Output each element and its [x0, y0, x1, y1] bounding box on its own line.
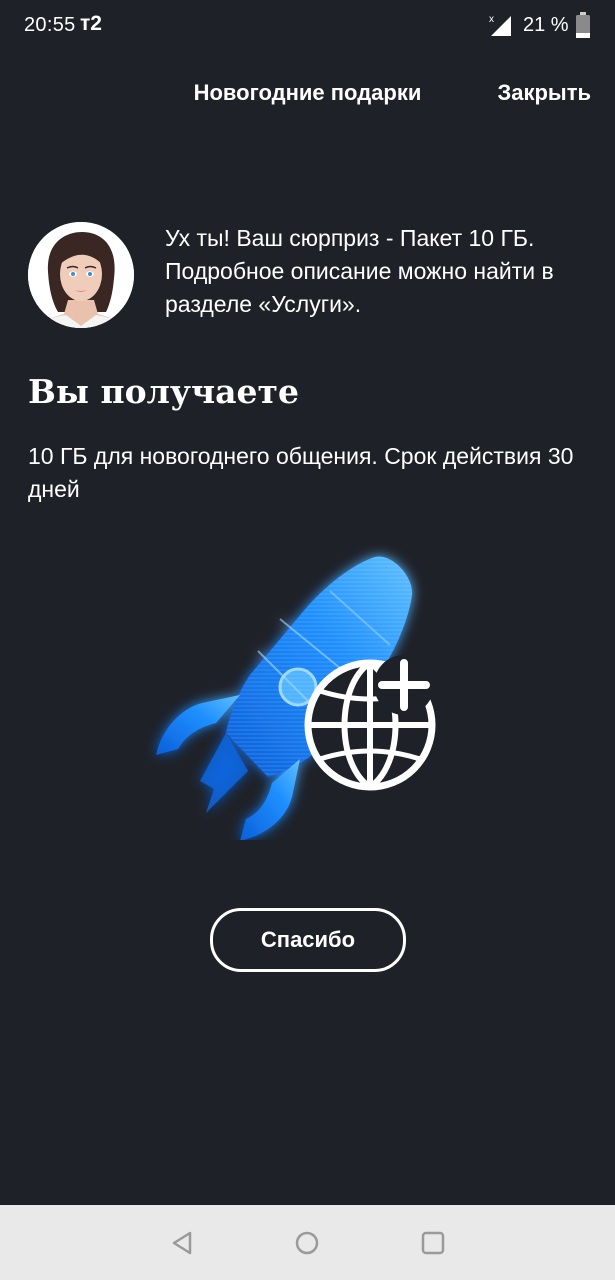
- recents-icon[interactable]: [419, 1229, 447, 1257]
- status-time: 20:55: [24, 14, 76, 36]
- carrier-logo: т2: [80, 12, 102, 35]
- gift-message: Ух ты! Ваш сюрприз - Пакет 10 ГБ. Подроб…: [165, 225, 554, 317]
- avatar: [28, 222, 134, 328]
- svg-text:x: x: [489, 14, 494, 25]
- battery-percent: 21 %: [523, 14, 569, 36]
- battery-icon: [576, 12, 590, 38]
- close-button[interactable]: Закрыть: [497, 80, 591, 106]
- status-bar: 20:55 т2 x 21 %: [0, 0, 615, 52]
- section-title: Вы получаете: [28, 372, 299, 411]
- thanks-button[interactable]: Спасибо: [210, 908, 406, 972]
- offer-description: 10 ГБ для новогоднего общения. Срок дейс…: [28, 443, 574, 502]
- nav-bar: [0, 1205, 615, 1280]
- avatar-portrait: [28, 222, 134, 328]
- home-icon[interactable]: [293, 1229, 321, 1257]
- back-icon[interactable]: [168, 1229, 196, 1257]
- illustration: [156, 556, 436, 840]
- signal-icon: x: [489, 14, 511, 36]
